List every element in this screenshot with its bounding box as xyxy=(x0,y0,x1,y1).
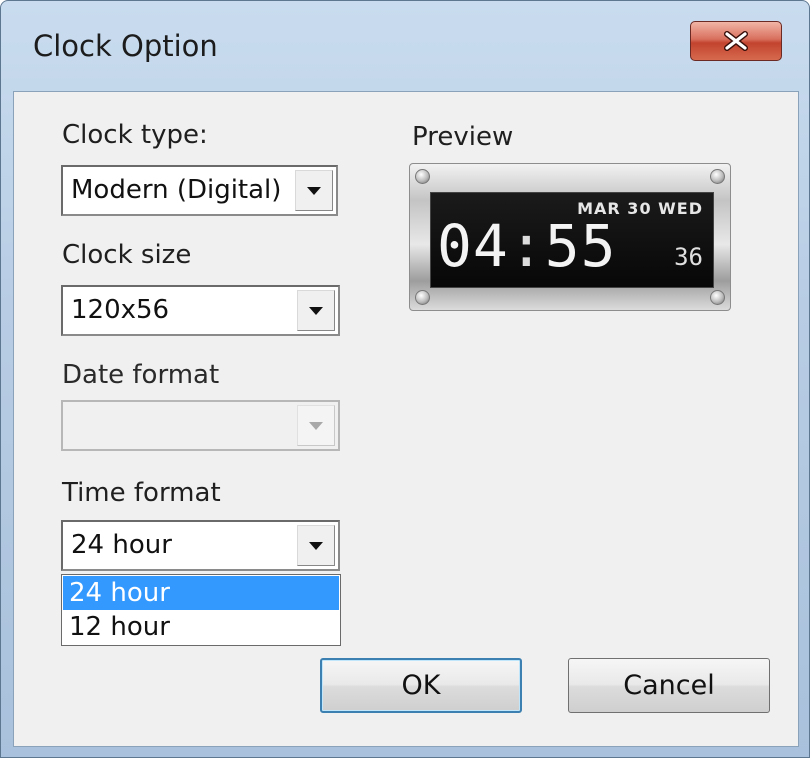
clock-size-select[interactable]: 120x56 xyxy=(61,285,340,336)
screw-icon xyxy=(710,290,725,305)
time-format-option-24-hour[interactable]: 24 hour xyxy=(63,576,339,610)
window-title: Clock Option xyxy=(33,29,218,63)
time-format-value: 24 hour xyxy=(71,530,172,560)
preview-colon: : xyxy=(508,212,545,280)
preview-hours: 04 xyxy=(437,212,509,280)
clock-type-dropdown-button[interactable] xyxy=(295,170,333,211)
clock-type-value: Modern (Digital) xyxy=(71,175,282,205)
close-icon xyxy=(723,31,749,51)
time-format-option-12-hour[interactable]: 12 hour xyxy=(63,610,339,644)
chevron-down-icon xyxy=(307,186,321,195)
preview-minutes: 55 xyxy=(544,212,617,280)
clock-size-value: 120x56 xyxy=(71,295,170,325)
clock-size-dropdown-button[interactable] xyxy=(297,290,335,331)
time-format-select[interactable]: 24 hour xyxy=(61,520,340,571)
cancel-button[interactable]: Cancel xyxy=(568,658,770,713)
date-format-dropdown-button xyxy=(297,405,335,446)
chevron-down-icon xyxy=(309,421,323,430)
time-format-dropdown-list: 24 hour 12 hour xyxy=(61,574,341,646)
clock-preview: MAR 30 WED 04:55 36 xyxy=(409,163,731,311)
time-format-label: Time format xyxy=(62,478,221,508)
screw-icon xyxy=(710,169,725,184)
preview-seconds: 36 xyxy=(674,243,703,271)
title-bar[interactable]: Clock Option xyxy=(1,1,809,91)
preview-label: Preview xyxy=(412,122,514,152)
clock-size-label: Clock size xyxy=(62,240,192,270)
screw-icon xyxy=(415,169,430,184)
close-button[interactable] xyxy=(690,21,782,61)
clock-face: MAR 30 WED 04:55 36 xyxy=(430,192,714,288)
preview-time: 04:55 xyxy=(437,215,617,277)
clock-type-select[interactable]: Modern (Digital) xyxy=(61,165,338,216)
ok-button[interactable]: OK xyxy=(320,658,522,713)
date-format-select xyxy=(61,400,340,451)
time-format-dropdown-button[interactable] xyxy=(297,525,335,566)
chevron-down-icon xyxy=(309,541,323,550)
screw-icon xyxy=(415,290,430,305)
date-format-label: Date format xyxy=(62,360,220,390)
chevron-down-icon xyxy=(309,306,323,315)
clock-type-label: Clock type: xyxy=(62,120,208,150)
